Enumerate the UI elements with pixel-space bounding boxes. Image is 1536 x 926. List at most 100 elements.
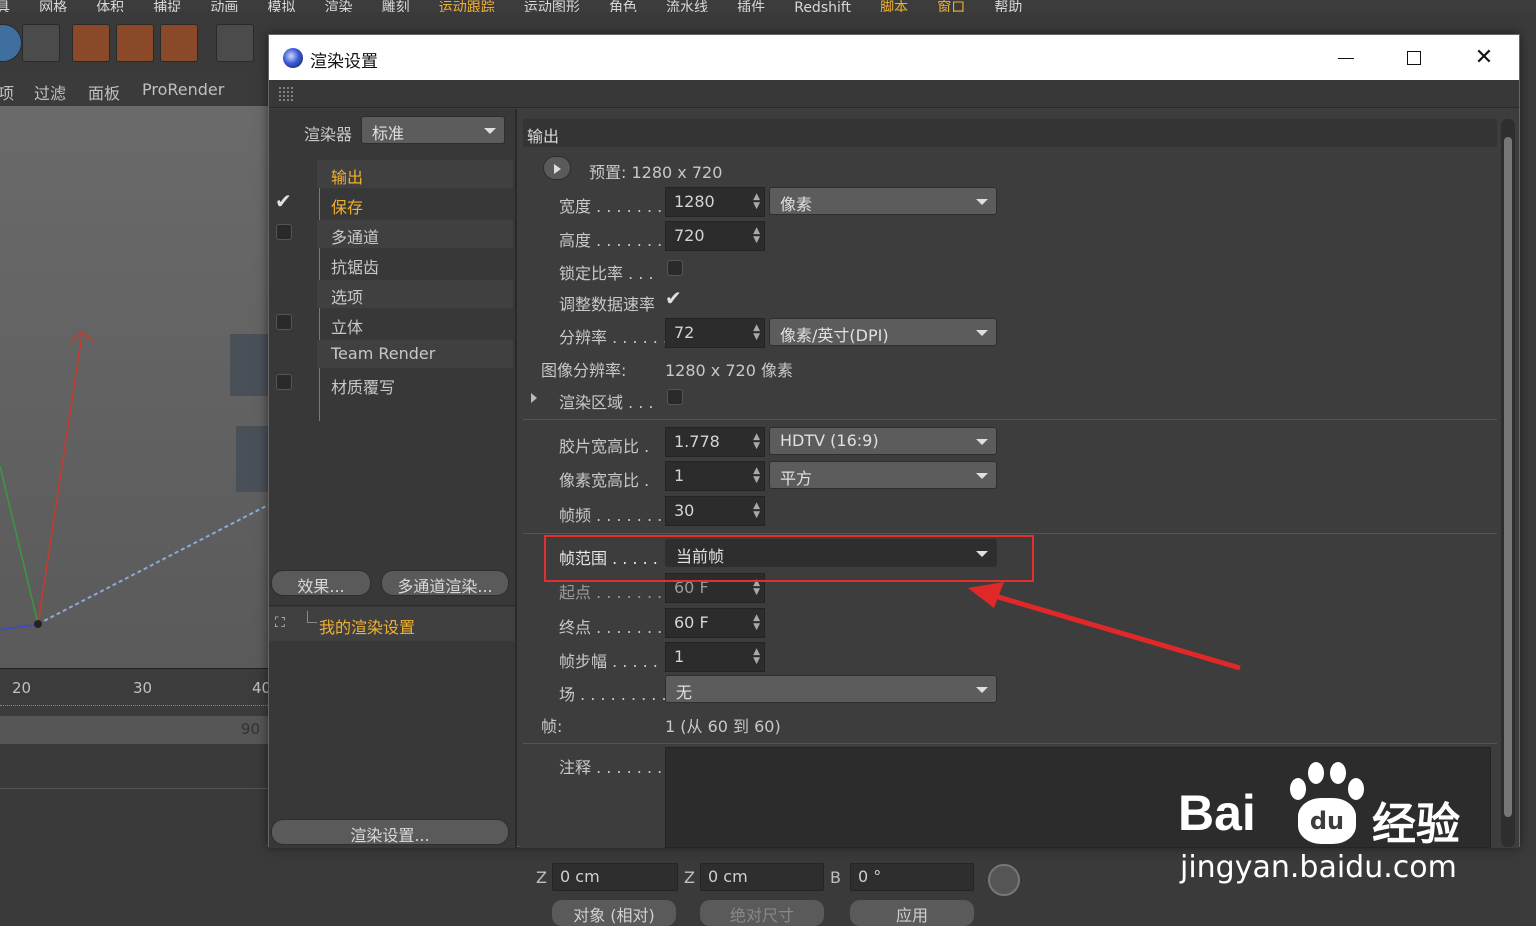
my-render-settings-row[interactable]: ⛶ 我的渲染设置	[269, 607, 515, 641]
menu-item[interactable]: Redshift	[794, 1, 851, 12]
expand-arrow-icon[interactable]	[531, 393, 537, 403]
my-render-settings-label: 我的渲染设置	[319, 618, 416, 637]
spinner-icon[interactable]: ▲ ▼	[753, 433, 760, 451]
close-icon: ✕	[1474, 45, 1494, 70]
menu-item[interactable]: 网格	[39, 1, 67, 12]
film-aspect-select[interactable]: HDTV (16:9)	[769, 427, 997, 455]
chevron-down-icon	[484, 128, 496, 134]
background-right-strip	[1520, 20, 1536, 922]
timeline-ruler[interactable]: 20 30 40	[0, 668, 271, 716]
tree-item-stereo[interactable]: 立体	[317, 310, 513, 338]
world-icon[interactable]	[0, 24, 22, 62]
menu-item[interactable]: 具	[0, 1, 10, 12]
lock-ratio-checkbox[interactable]	[667, 260, 683, 276]
step-field[interactable]: 1 ▲ ▼	[665, 642, 765, 672]
menu-item[interactable]: 运动图形	[524, 1, 580, 12]
render-region-checkbox[interactable]	[667, 389, 683, 405]
tree-item-output[interactable]: 输出	[317, 160, 513, 188]
menu-item[interactable]: 脚本	[880, 1, 908, 12]
multipass-render-button[interactable]: 多通道渲染...	[381, 570, 509, 596]
material-override-checkbox[interactable]	[276, 374, 292, 390]
tree-item-label: Team Render	[331, 344, 436, 363]
menu-item[interactable]: 帮助	[994, 1, 1022, 12]
render-settings-button[interactable]: 渲染设置...	[271, 819, 509, 845]
width-value: 1280	[674, 192, 715, 211]
spinner-icon[interactable]: ▲ ▼	[753, 648, 760, 666]
coord-b-field[interactable]: 0 °	[850, 863, 974, 891]
render-view-icon[interactable]	[72, 24, 110, 62]
film-aspect-field[interactable]: 1.778 ▲ ▼	[665, 427, 765, 457]
grip-icon[interactable]	[278, 86, 294, 102]
menu-item[interactable]: 渲染	[325, 1, 353, 12]
cinema4d-app-icon	[283, 48, 303, 68]
fps-field[interactable]: 30 ▲ ▼	[665, 496, 765, 526]
height-label: 高度 . . . . . . .	[559, 231, 663, 250]
maximize-icon	[1407, 51, 1421, 65]
pixel-aspect-select[interactable]: 平方	[769, 461, 997, 489]
menu-item[interactable]: 运动跟踪	[439, 1, 495, 12]
effects-button[interactable]: 效果...	[271, 570, 371, 596]
menu-item[interactable]: 体积	[96, 1, 124, 12]
menu-item[interactable]: 模拟	[267, 1, 295, 12]
cube-icon[interactable]	[22, 24, 60, 62]
play-arrow-icon	[554, 164, 561, 174]
3d-viewport[interactable]	[0, 106, 271, 668]
menu-item[interactable]: 动画	[210, 1, 238, 12]
pen-icon[interactable]	[216, 24, 254, 62]
coord-size-select[interactable]: 绝对尺寸	[700, 900, 824, 926]
minimize-button[interactable]	[1311, 35, 1381, 80]
unit-select[interactable]: 像素	[769, 187, 997, 215]
renderer-select[interactable]: 标准	[361, 116, 505, 144]
time-slider[interactable]: 90	[0, 716, 270, 744]
tree-item-antialiasing[interactable]: 抗锯齿	[317, 250, 513, 278]
reset-icon[interactable]	[988, 864, 1020, 896]
fps-label: 帧频 . . . . . . .	[559, 506, 663, 525]
close-button[interactable]: ✕	[1449, 35, 1519, 80]
menu-item[interactable]: 流水线	[666, 1, 708, 12]
tree-item-multipass[interactable]: 多通道	[317, 220, 513, 248]
save-enabled-checkmark-icon[interactable]: ✔	[275, 191, 292, 211]
spinner-icon[interactable]: ▲ ▼	[753, 193, 760, 211]
panel-tab[interactable]: 项	[0, 80, 14, 104]
width-field[interactable]: 1280 ▲ ▼	[665, 187, 765, 217]
tree-item-team-render[interactable]: Team Render	[317, 340, 513, 368]
adjust-rate-checkmark-icon[interactable]: ✔	[665, 288, 682, 308]
preset-button[interactable]	[543, 156, 571, 180]
multipass-checkbox[interactable]	[276, 224, 292, 240]
tree-item-material-override[interactable]: 材质覆写	[317, 370, 513, 398]
spinner-icon[interactable]: ▲ ▼	[753, 227, 760, 245]
tree-item-options[interactable]: 选项	[317, 280, 513, 308]
maximize-button[interactable]	[1379, 35, 1449, 80]
field-select[interactable]: 无	[665, 675, 997, 703]
panel-tab[interactable]: 过滤	[34, 80, 66, 104]
render-settings-icon[interactable]	[160, 24, 198, 62]
panel-tab[interactable]: 面板	[88, 80, 120, 104]
dialog-titlebar[interactable]: 渲染设置 ✕	[269, 35, 1519, 80]
resolution-field[interactable]: 72 ▲ ▼	[665, 318, 765, 348]
menu-item[interactable]: 角色	[609, 1, 637, 12]
scrollbar-track[interactable]	[1501, 119, 1515, 847]
panel-tab[interactable]: ProRender	[142, 80, 224, 99]
stereo-checkbox[interactable]	[276, 314, 292, 330]
coord-z2-label: Z	[684, 868, 695, 887]
scrollbar-thumb[interactable]	[1504, 137, 1512, 817]
menu-item[interactable]: 插件	[737, 1, 765, 12]
tree-item-save[interactable]: 保存	[317, 190, 513, 218]
spinner-icon[interactable]: ▲ ▼	[753, 467, 760, 485]
resolution-unit-select[interactable]: 像素/英寸(DPI)	[769, 318, 997, 346]
menu-item[interactable]: 捕捉	[153, 1, 181, 12]
apply-button[interactable]: 应用	[850, 900, 974, 926]
coord-z-field[interactable]: 0 cm	[552, 863, 678, 891]
menu-item[interactable]: 窗口	[937, 1, 965, 12]
spinner-icon[interactable]: ▲ ▼	[753, 614, 760, 632]
end-field[interactable]: 60 F ▲ ▼	[665, 608, 765, 638]
coord-size-z-field[interactable]: 0 cm	[700, 863, 824, 891]
spinner-icon[interactable]: ▲ ▼	[753, 502, 760, 520]
coord-mode-select[interactable]: 对象 (相对)	[552, 900, 676, 926]
pixel-aspect-field[interactable]: 1 ▲ ▼	[665, 461, 765, 491]
render-picture-viewer-icon[interactable]	[116, 24, 154, 62]
image-resolution-label: 图像分辨率:	[541, 361, 627, 380]
height-field[interactable]: 720 ▲ ▼	[665, 221, 765, 251]
menu-item[interactable]: 雕刻	[382, 1, 410, 12]
spinner-icon[interactable]: ▲ ▼	[753, 324, 760, 342]
